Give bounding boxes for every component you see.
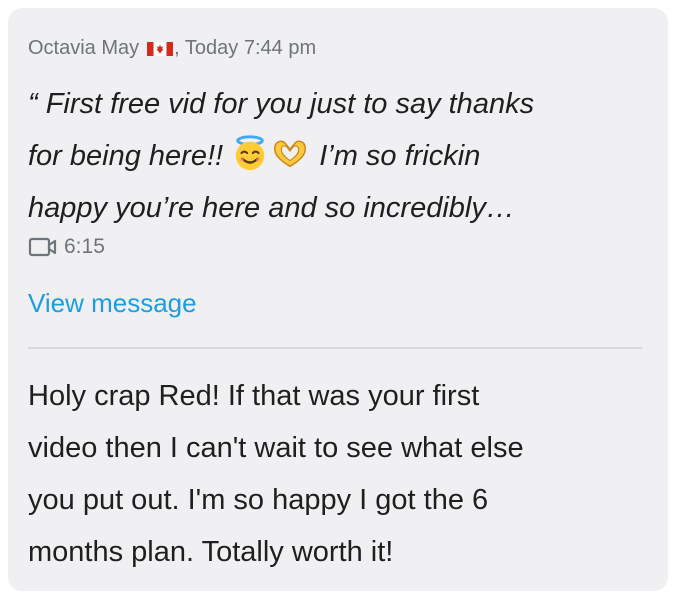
divider bbox=[28, 347, 642, 349]
quote-line: for being here!! I’m so frickin bbox=[28, 130, 648, 182]
sender-name[interactable]: Octavia May bbox=[28, 36, 139, 60]
reply-line: you put out. I'm so happy I got the 6 bbox=[28, 484, 489, 516]
smiling-face-with-halo-icon bbox=[235, 135, 265, 171]
heart-hands-icon bbox=[274, 140, 307, 168]
reply-line: video then I can't wait to see what else bbox=[28, 432, 524, 464]
quote-line: “ First free vid for you just to say tha… bbox=[28, 88, 535, 120]
quote-text: for being here!! bbox=[28, 140, 232, 172]
reply-line: months plan. Totally worth it! bbox=[28, 536, 394, 568]
video-attachment[interactable]: 6:15 bbox=[28, 234, 105, 260]
quote-text: I’m so frickin bbox=[311, 140, 481, 172]
message-timestamp: , Today 7:44 pm bbox=[174, 37, 317, 59]
view-message-link[interactable]: View message bbox=[28, 287, 197, 319]
video-camera-icon bbox=[28, 237, 57, 257]
message-card: Octavia May , Today 7:44 pm “ First free… bbox=[8, 8, 668, 591]
quoted-message: “ First free vid for you just to say tha… bbox=[28, 78, 648, 234]
canada-flag-icon bbox=[147, 42, 174, 56]
reply-message: Holy crap Red! If that was your first vi… bbox=[28, 370, 648, 578]
quote-line: happy you’re here and so incredibly… bbox=[28, 192, 515, 224]
video-duration: 6:15 bbox=[64, 235, 105, 258]
reply-line: Holy crap Red! If that was your first bbox=[28, 380, 480, 412]
message-header: Octavia May , Today 7:44 pm bbox=[28, 36, 316, 60]
